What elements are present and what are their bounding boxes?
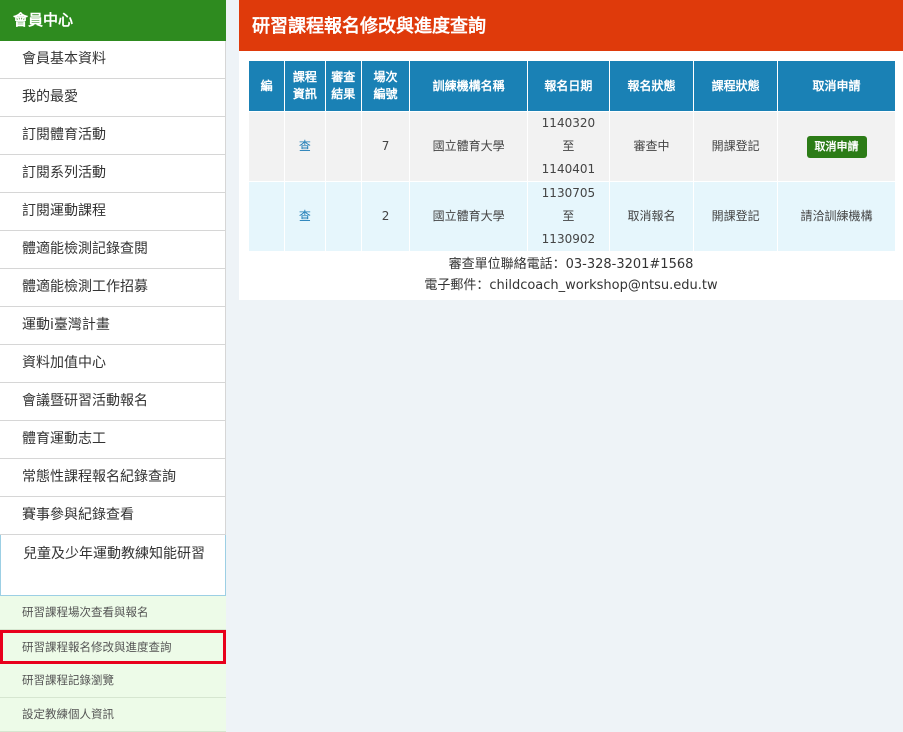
contact-email: 電子郵件：childcoach_workshop@ntsu.edu.tw — [424, 278, 718, 293]
sidebar-item-sports-courses[interactable]: 訂閱運動課程 — [0, 193, 226, 231]
review-result-cell — [324, 111, 362, 182]
row-number — [247, 181, 286, 252]
sidebar-item-favorites[interactable]: 我的最愛 — [0, 79, 226, 117]
contact-phone: 審查單位聯絡電話：03-328-3201#1568 — [448, 257, 694, 272]
course-status-cell: 開課登記 — [693, 111, 778, 182]
cancel-cell: 取消申請 — [777, 111, 896, 182]
registration-status-cell: 審查中 — [608, 111, 695, 182]
subitem-registration-progress[interactable]: 研習課程報名修改與進度查詢 — [0, 630, 226, 664]
registration-table: 編 課程 資訊 審查 結果 場次 編號 訓練機構名稱 報名日期 報名狀態 課程狀… — [247, 60, 896, 252]
registration-date-cell: 1130705 至 1130902 — [527, 181, 610, 252]
course-status-cell: 開課登記 — [693, 181, 778, 252]
cancel-application-button[interactable]: 取消申請 — [806, 136, 867, 158]
sidebar-item-regular-course-records[interactable]: 常態性課程報名紀錄查詢 — [0, 459, 226, 497]
sidebar-item-basic-info[interactable]: 會員基本資料 — [0, 41, 226, 79]
sidebar-item-volunteer[interactable]: 體育運動志工 — [0, 421, 226, 459]
session-number-cell: 7 — [360, 111, 411, 182]
row-number — [247, 111, 286, 182]
session-number-cell: 2 — [360, 181, 411, 252]
view-course-link[interactable]: 查 — [299, 209, 311, 223]
sidebar: 會員中心 會員基本資料 我的最愛 訂閱體育活動 訂閱系列活動 訂閱運動課程 體適… — [0, 0, 226, 732]
cancel-cell: 請洽訓練機構 — [777, 181, 896, 252]
col-header-registration-status: 報名狀態 — [608, 60, 695, 112]
sidebar-item-competition-records[interactable]: 賽事參與紀錄查看 — [0, 497, 226, 535]
sidebar-item-sports-events[interactable]: 訂閱體育活動 — [0, 117, 226, 155]
subitem-course-records[interactable]: 研習課程記錄瀏覽 — [0, 664, 226, 698]
registration-date-cell: 1140320 至 1140401 — [527, 111, 610, 182]
organization-cell: 國立體育大學 — [409, 111, 529, 182]
sidebar-item-conference-registration[interactable]: 會議暨研習活動報名 — [0, 383, 226, 421]
registration-status-cell: 取消報名 — [608, 181, 695, 252]
subitem-coach-profile[interactable]: 設定教練個人資訊 — [0, 698, 226, 732]
sidebar-item-series-events[interactable]: 訂閱系列活動 — [0, 155, 226, 193]
sidebar-item-fitness-jobs[interactable]: 體適能檢測工作招募 — [0, 269, 226, 307]
col-header-cancel: 取消申請 — [777, 60, 896, 112]
main-panel: 研習課程報名修改與進度查詢 編 課程 資訊 審查 結果 場次 編號 訓練機構名稱… — [239, 0, 903, 300]
course-info-cell: 查 — [284, 111, 326, 182]
view-course-link[interactable]: 查 — [299, 139, 311, 153]
sidebar-item-data-center[interactable]: 資料加值中心 — [0, 345, 226, 383]
course-info-cell: 查 — [284, 181, 326, 252]
review-result-cell — [324, 181, 362, 252]
sidebar-header: 會員中心 — [0, 0, 226, 41]
col-header-course-info: 課程 資訊 — [284, 60, 326, 112]
col-header-organization: 訓練機構名稱 — [409, 60, 529, 112]
sidebar-item-coach-training[interactable]: 兒童及少年運動教練知能研習 — [0, 535, 226, 596]
subitem-session-registration[interactable]: 研習課程場次查看與報名 — [0, 596, 226, 630]
page-title: 研習課程報名修改與進度查詢 — [239, 0, 903, 51]
col-header-no: 編 — [247, 60, 286, 112]
col-header-session-number: 場次 編號 — [360, 60, 411, 112]
organization-cell: 國立體育大學 — [409, 181, 529, 252]
table-row: 查 2 國立體育大學 1130705 至 1130902 取消報名 開課登記 請… — [247, 181, 896, 252]
col-header-course-status: 課程狀態 — [693, 60, 778, 112]
sidebar-item-fitness-records[interactable]: 體適能檢測記錄查閱 — [0, 231, 226, 269]
col-header-registration-date: 報名日期 — [527, 60, 610, 112]
table-row: 查 7 國立體育大學 1140320 至 1140401 審查中 開課登記 取消… — [247, 111, 896, 182]
col-header-review-result: 審查 結果 — [324, 60, 362, 112]
sidebar-item-i-taiwan[interactable]: 運動i臺灣計畫 — [0, 307, 226, 345]
